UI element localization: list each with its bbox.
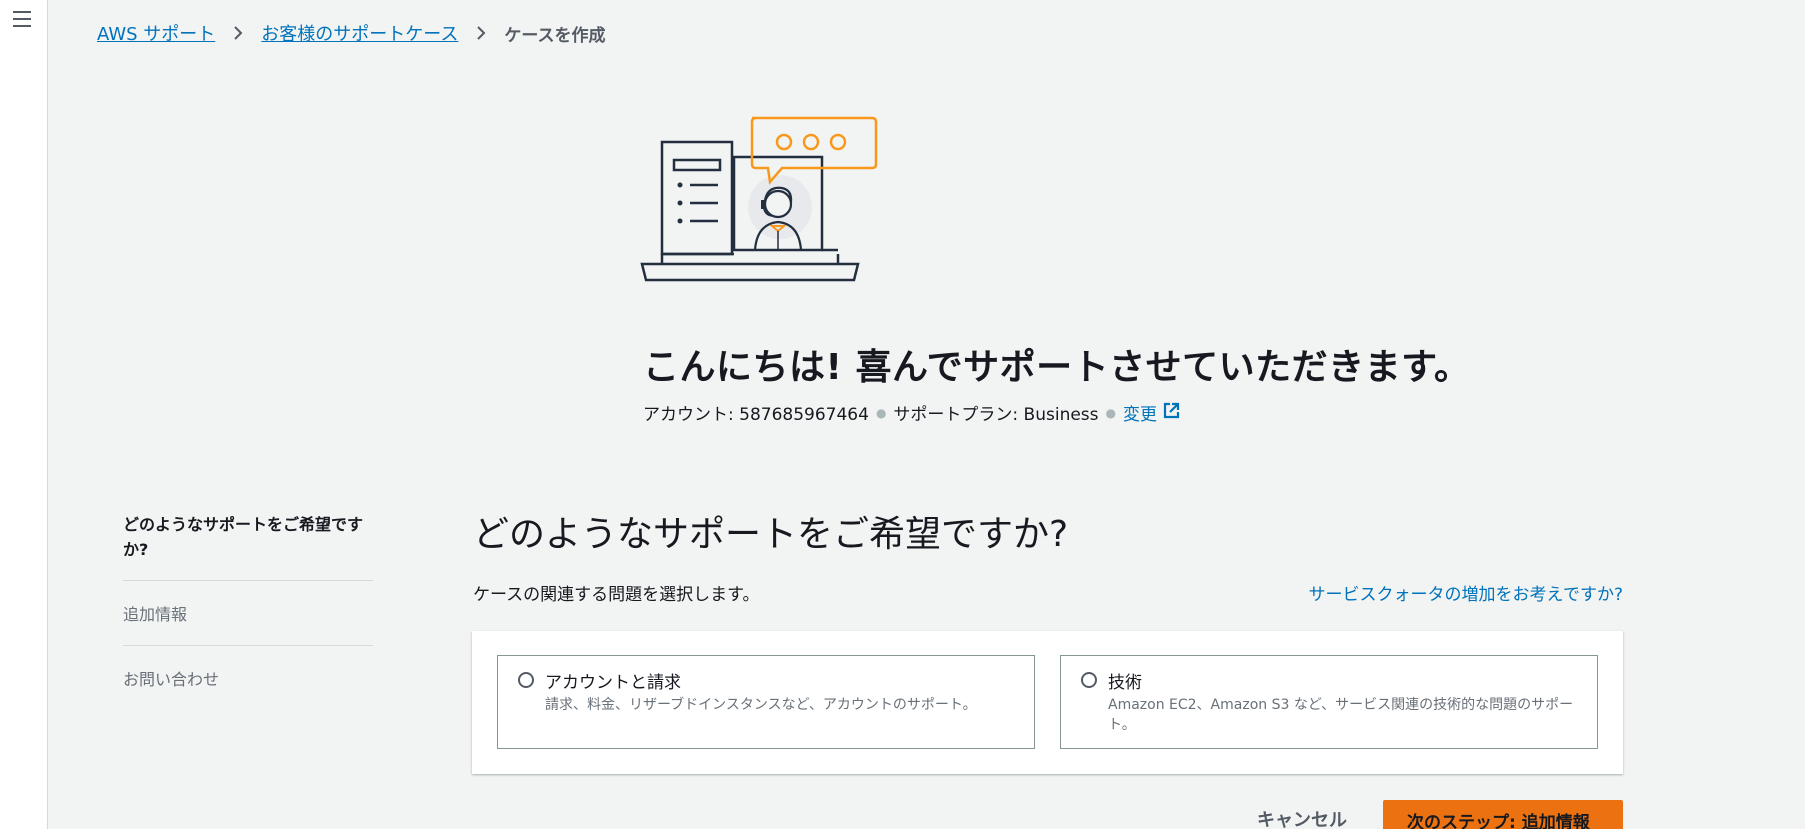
section-description: ケースの関連する問題を選択します。: [473, 585, 760, 605]
step-additional-info: 追加情報: [123, 581, 373, 646]
cancel-button[interactable]: キャンセル: [1257, 806, 1347, 829]
separator-dot: ●: [1105, 405, 1117, 420]
breadcrumb-aws-support[interactable]: AWS サポート: [97, 20, 215, 46]
step-contact: お問い合わせ: [123, 670, 220, 689]
change-plan-link[interactable]: 変更: [1123, 400, 1180, 425]
account-id: アカウント: 587685967464: [643, 405, 869, 425]
menu-icon[interactable]: [13, 11, 31, 27]
issue-type-card: アカウントと請求 請求、料金、リザーブドインスタンスなど、アカウントのサポート。…: [472, 631, 1623, 774]
radio-button[interactable]: [1081, 672, 1097, 688]
chevron-right-icon: [476, 26, 486, 40]
chevron-right-icon: [233, 26, 243, 40]
account-info: アカウント: 587685967464 ● サポートプラン: Business …: [643, 400, 1180, 425]
breadcrumb-current: ケースを作成: [504, 25, 606, 46]
change-plan-label: 変更: [1123, 405, 1158, 425]
option-account-billing[interactable]: アカウントと請求 請求、料金、リザーブドインスタンスなど、アカウントのサポート。: [497, 655, 1035, 749]
option-label: アカウントと請求: [545, 673, 681, 693]
step-navigation: どのようなサポートをご希望ですか? 追加情報 お問い合わせ: [123, 512, 373, 710]
option-hint: 請求、料金、リザーブドインスタンスなど、アカウントのサポート。: [545, 697, 977, 713]
support-agent-illustration: [640, 112, 880, 296]
separator-dot: ●: [875, 405, 887, 420]
option-label: 技術: [1108, 673, 1142, 693]
service-quota-link[interactable]: サービスクォータの増加をお考えですか?: [1308, 580, 1623, 605]
support-plan: サポートプラン: Business: [893, 405, 1099, 425]
radio-button[interactable]: [518, 672, 534, 688]
breadcrumb: AWS サポート お客様のサポートケース ケースを作成: [97, 20, 606, 46]
breadcrumb-support-cases[interactable]: お客様のサポートケース: [261, 20, 458, 46]
option-technical[interactable]: 技術 Amazon EC2、Amazon S3 など、サービス関連の技術的な問題…: [1060, 655, 1598, 749]
option-hint: Amazon EC2、Amazon S3 など、サービス関連の技術的な問題のサポ…: [1108, 697, 1574, 733]
left-navigation-rail: [0, 0, 48, 829]
section-title: どのようなサポートをご希望ですか?: [473, 514, 1069, 555]
step-current: どのようなサポートをご希望ですか?: [123, 512, 373, 581]
hero-title: こんにちは! 喜んでサポートさせていただきます。: [643, 347, 1471, 388]
next-step-button[interactable]: 次のステップ: 追加情報: [1383, 800, 1623, 829]
external-link-icon: [1163, 402, 1180, 424]
